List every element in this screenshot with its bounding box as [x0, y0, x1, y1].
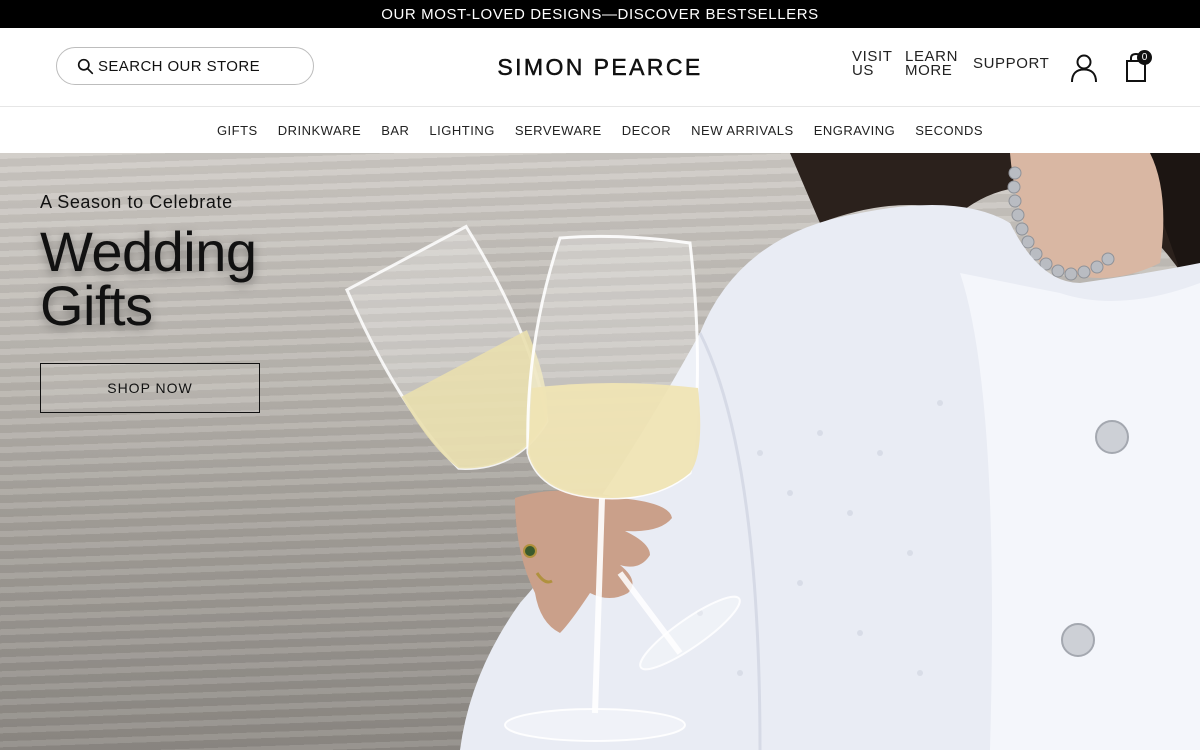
hero-banner[interactable]: A Season to Celebrate Wedding Gifts SHOP… [0, 153, 1200, 750]
account-button[interactable] [1069, 53, 1099, 83]
cart-button[interactable]: 0 [1119, 50, 1153, 84]
account-icon [1071, 54, 1097, 83]
hero-title-line2: Gifts [40, 274, 153, 337]
visit-us-line2: US [852, 62, 875, 79]
visit-us-link[interactable]: VISIT US [852, 49, 902, 79]
search-box[interactable] [56, 47, 314, 85]
nav-item-engraving[interactable]: ENGRAVING [814, 123, 896, 138]
learn-more-line2: MORE [905, 62, 953, 79]
nav-item-serveware[interactable]: SERVEWARE [515, 123, 602, 138]
nav-item-new-arrivals[interactable]: NEW ARRIVALS [691, 123, 794, 138]
site-logo[interactable]: SIMON PEARCE [470, 54, 730, 81]
hero-title: Wedding Gifts [40, 224, 300, 334]
nav-item-lighting[interactable]: LIGHTING [429, 123, 494, 138]
announcement-bar[interactable]: OUR MOST-LOVED DESIGNS—DISCOVER BESTSELL… [0, 0, 1200, 28]
nav-item-drinkware[interactable]: DRINKWARE [278, 123, 361, 138]
search-input[interactable] [98, 57, 288, 75]
cart-count-badge: 0 [1137, 50, 1152, 65]
learn-more-link[interactable]: LEARN MORE [905, 49, 965, 79]
support-link[interactable]: SUPPORT [973, 56, 1049, 71]
shop-now-button[interactable]: SHOP NOW [40, 363, 260, 413]
search-icon [77, 58, 94, 74]
main-nav: GIFTS DRINKWARE BAR LIGHTING SERVEWARE D… [0, 107, 1200, 153]
site-header: SIMON PEARCE VISIT US LEARN MORE SUPPORT… [0, 28, 1200, 107]
announcement-text[interactable]: OUR MOST-LOVED DESIGNS—DISCOVER BESTSELL… [381, 6, 819, 23]
nav-item-bar[interactable]: BAR [381, 123, 409, 138]
nav-item-gifts[interactable]: GIFTS [217, 123, 258, 138]
hero-eyebrow: A Season to Celebrate [40, 192, 233, 212]
nav-item-decor[interactable]: DECOR [622, 123, 671, 138]
nav-item-seconds[interactable]: SECONDS [915, 123, 983, 138]
